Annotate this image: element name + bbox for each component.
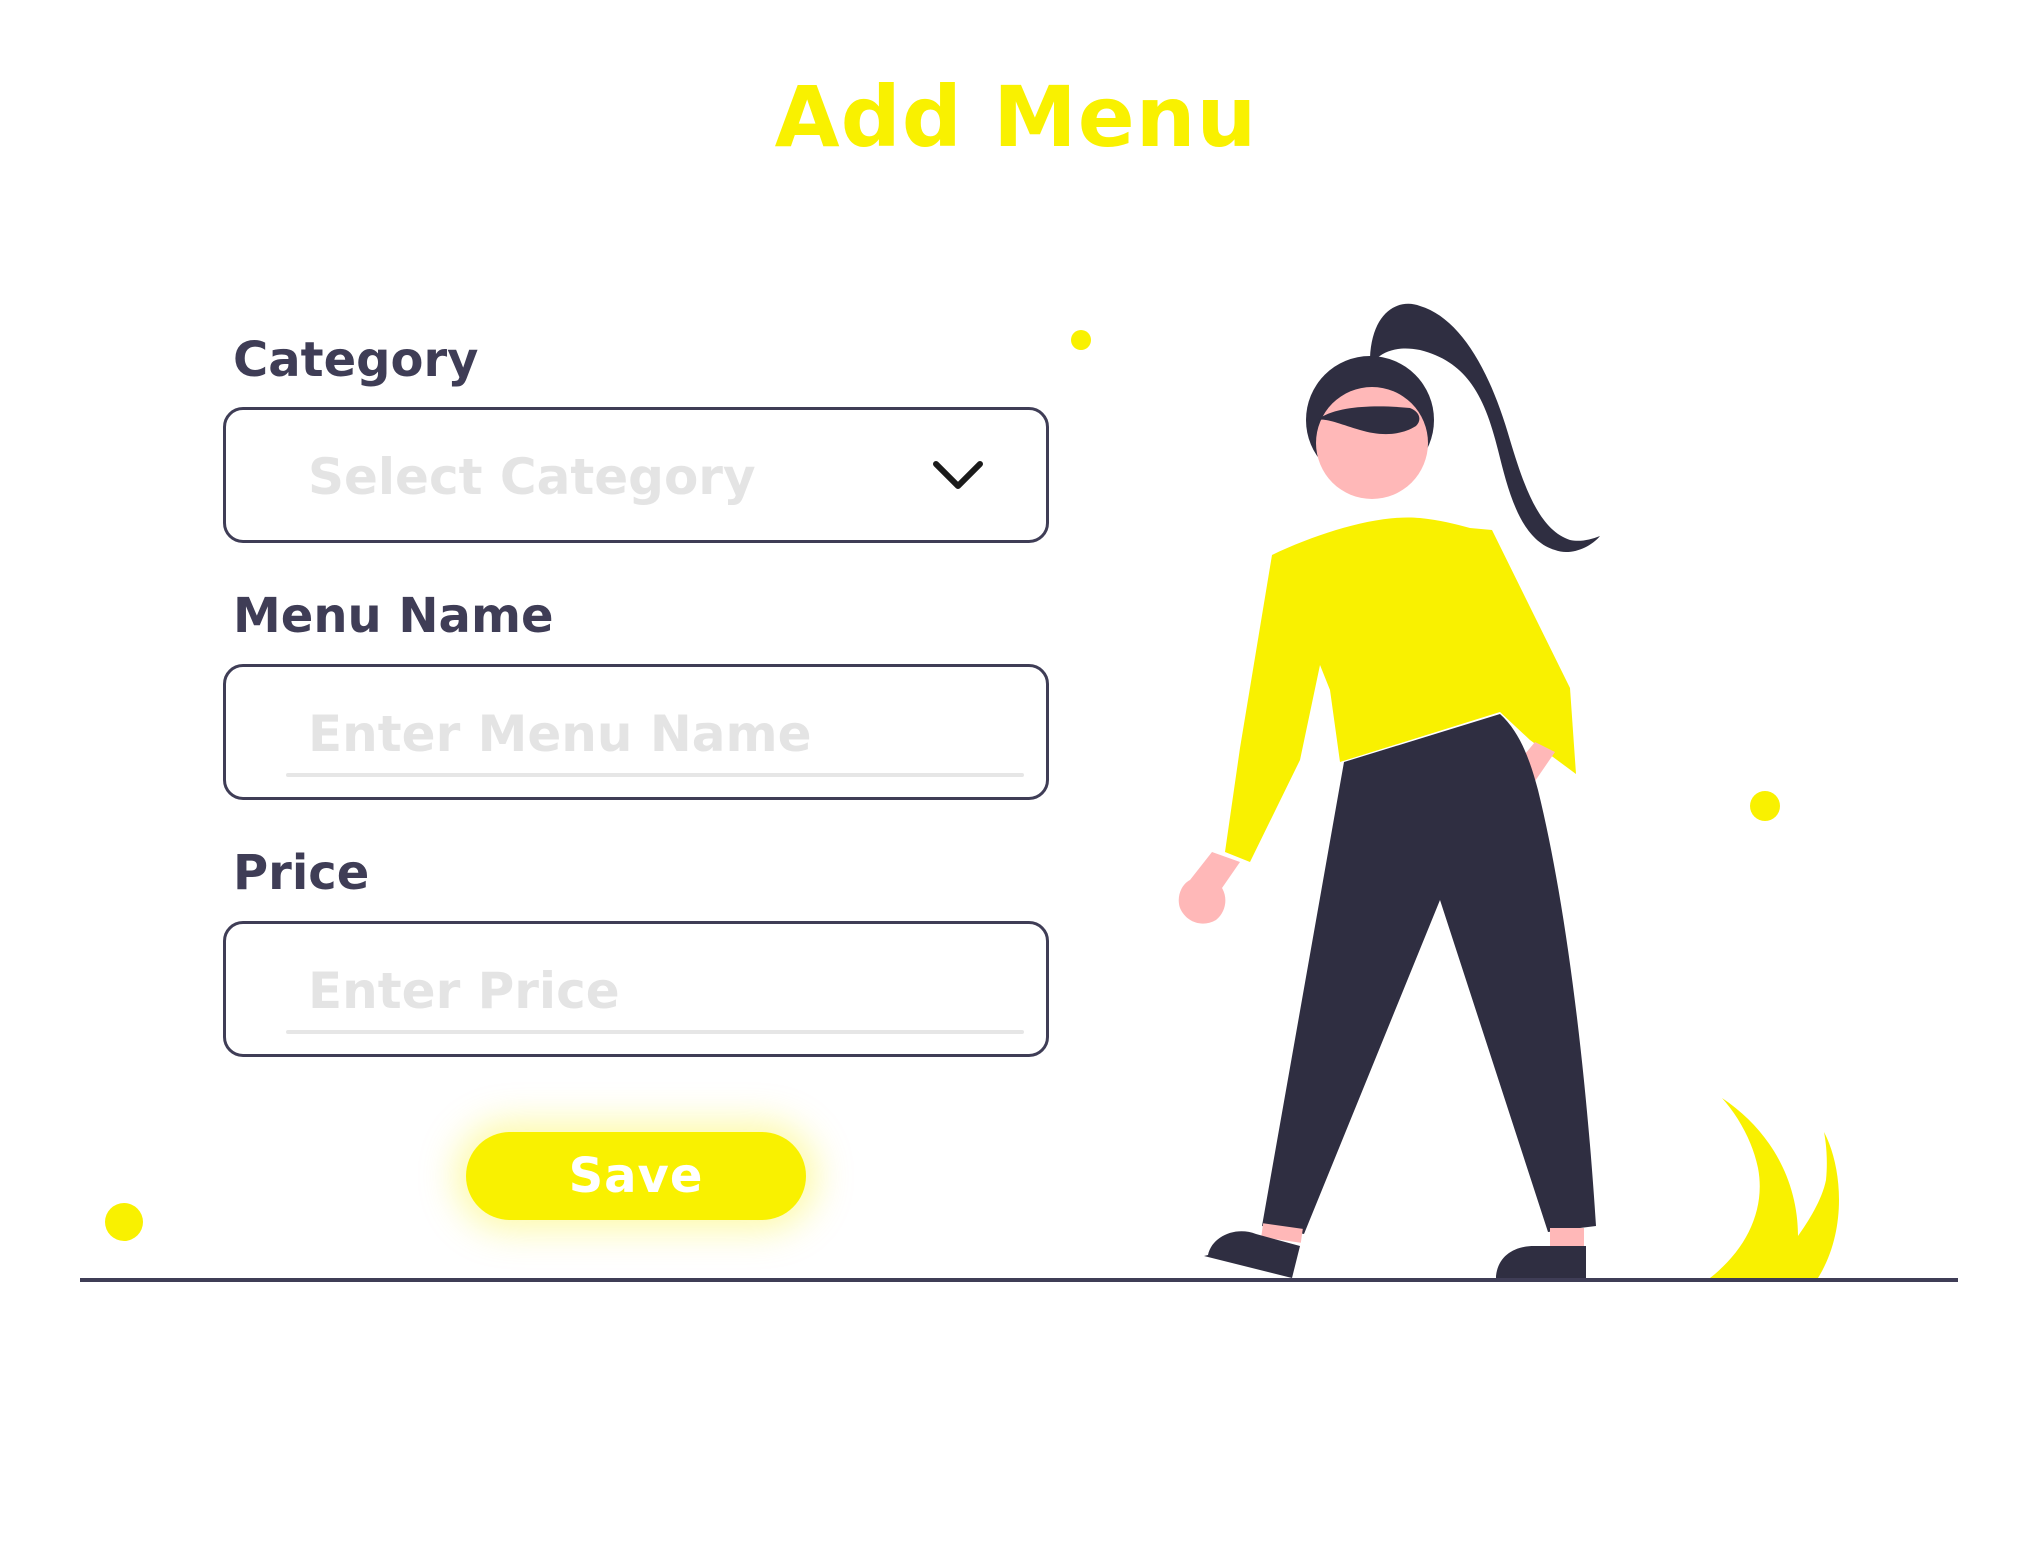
menu-name-underline: [286, 773, 1024, 777]
woman-walking-illustration: [1178, 303, 1600, 1278]
menu-name-label: Menu Name: [233, 588, 554, 644]
plant-illustration: [1710, 1098, 1839, 1278]
menu-name-placeholder: Enter Menu Name: [308, 705, 812, 763]
save-button[interactable]: Save: [466, 1132, 806, 1220]
price-input[interactable]: Enter Price: [223, 921, 1049, 1057]
ground-line: [80, 1278, 1958, 1282]
decor-dot-right: [1750, 791, 1780, 821]
price-label: Price: [233, 845, 370, 901]
category-label: Category: [233, 332, 479, 388]
decor-dot-left: [105, 1203, 143, 1241]
page-title: Add Menu: [774, 68, 1258, 166]
price-underline: [286, 1030, 1024, 1034]
category-placeholder: Select Category: [308, 448, 756, 506]
decor-dot-top: [1071, 330, 1091, 350]
menu-name-input[interactable]: Enter Menu Name: [223, 664, 1049, 800]
chevron-down-icon[interactable]: [932, 458, 984, 492]
price-placeholder: Enter Price: [308, 962, 620, 1020]
category-select[interactable]: Select Category: [223, 407, 1049, 543]
